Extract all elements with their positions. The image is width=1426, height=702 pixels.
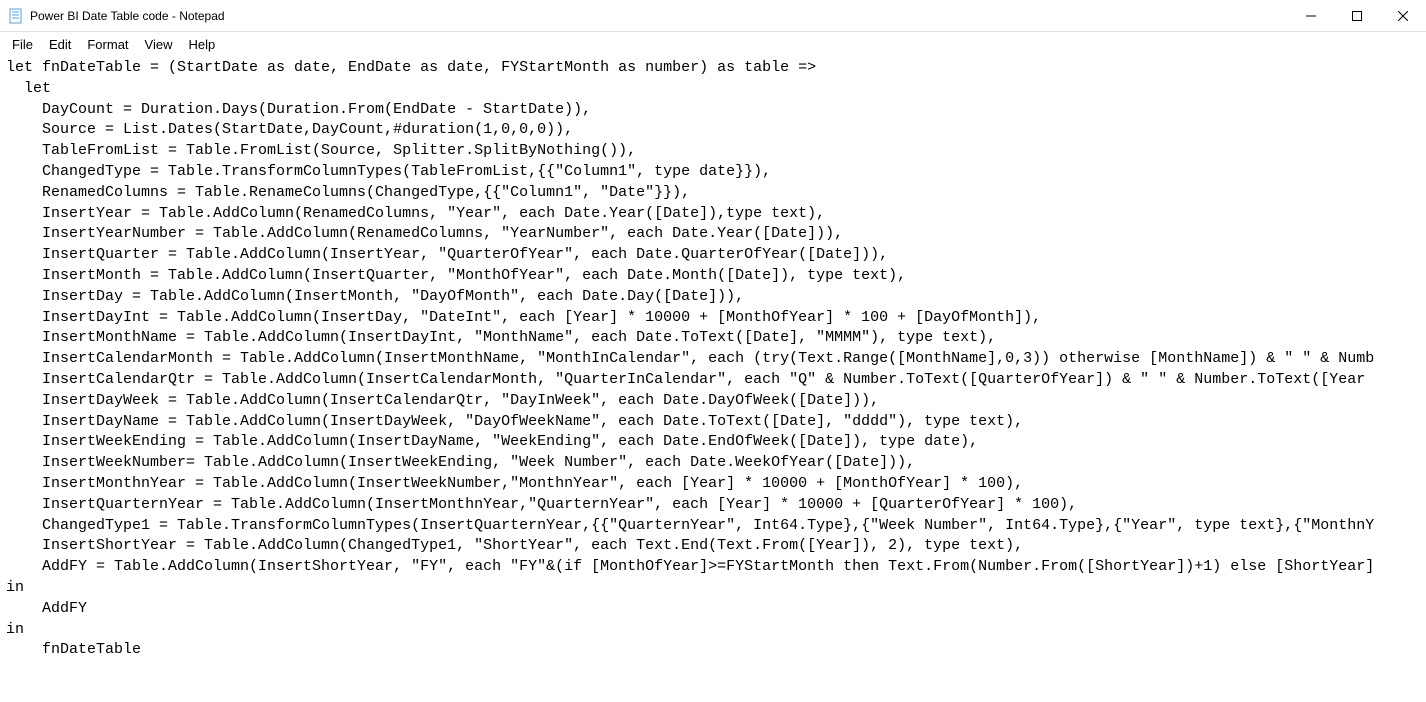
menu-help[interactable]: Help [180, 35, 223, 54]
menubar: File Edit Format View Help [0, 32, 1426, 56]
close-button[interactable] [1380, 0, 1426, 31]
menu-edit[interactable]: Edit [41, 35, 79, 54]
minimize-button[interactable] [1288, 0, 1334, 31]
menu-view[interactable]: View [137, 35, 181, 54]
window-title: Power BI Date Table code - Notepad [30, 9, 1288, 23]
maximize-button[interactable] [1334, 0, 1380, 31]
menu-format[interactable]: Format [79, 35, 136, 54]
titlebar: Power BI Date Table code - Notepad [0, 0, 1426, 32]
notepad-icon [8, 8, 24, 24]
text-editor[interactable]: let fnDateTable = (StartDate as date, En… [0, 56, 1426, 702]
window-controls [1288, 0, 1426, 31]
menu-file[interactable]: File [4, 35, 41, 54]
